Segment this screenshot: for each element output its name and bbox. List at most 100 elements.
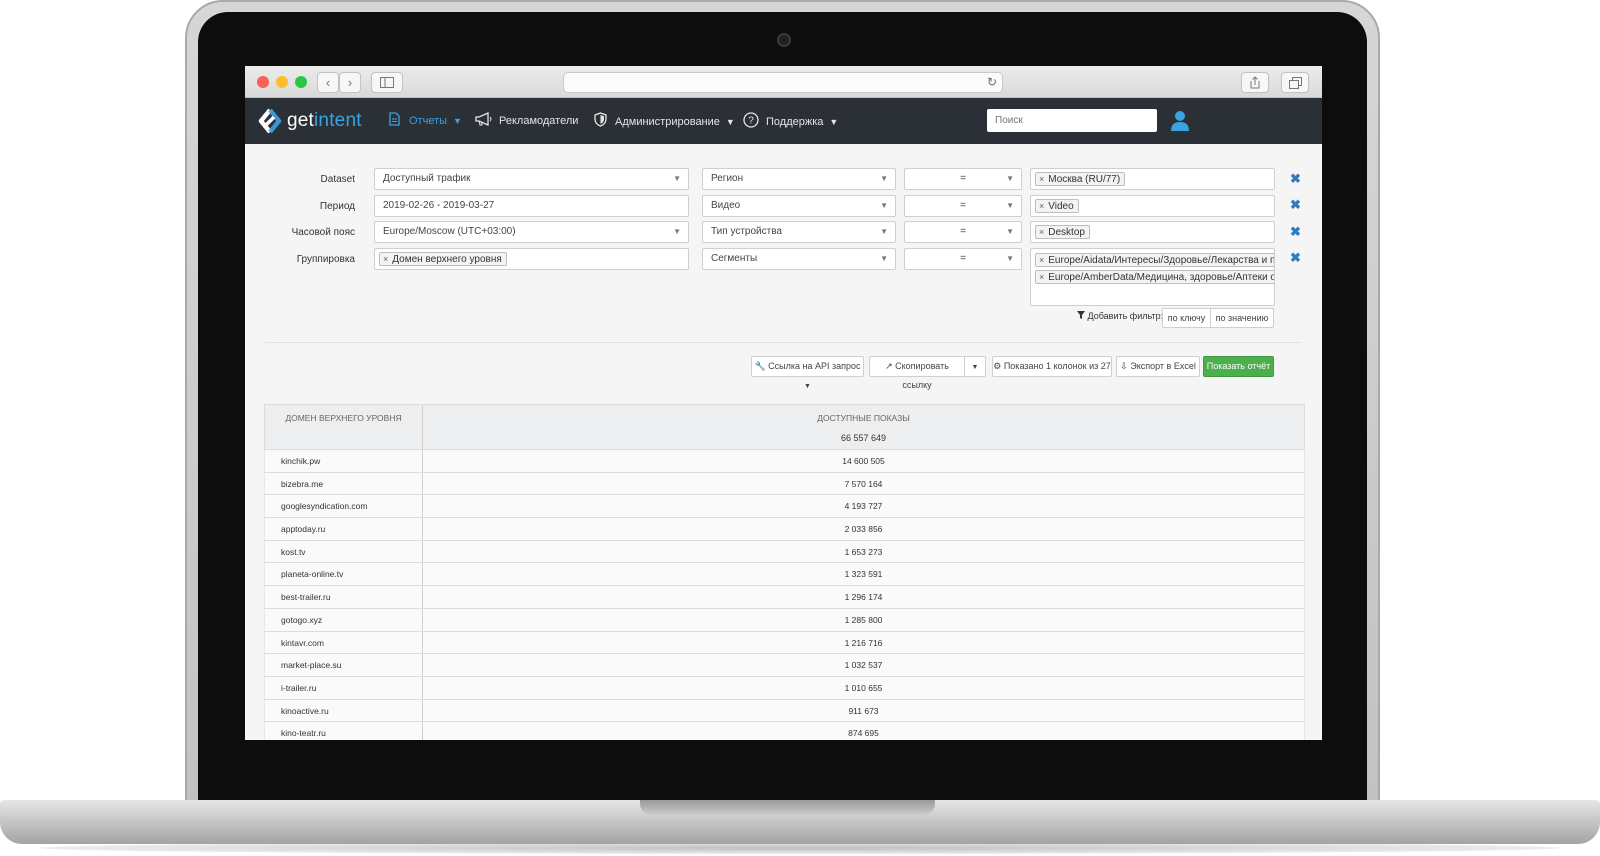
nav-reports-label: Отчеты [409,115,448,127]
filter-operator-select[interactable]: = ▼ [904,168,1022,190]
nav-reports[interactable]: Отчеты ▼ [385,112,462,130]
copy-link-dropdown-button[interactable]: ▼ [964,356,986,377]
columns-shown-button[interactable]: ⚙ Показано 1 колонок из 27 [992,356,1112,377]
cell-impressions: 2 033 856 [844,524,883,535]
search-input[interactable] [987,109,1157,132]
caret-down-icon: ▼ [1006,201,1014,210]
cell-impressions: 14 600 505 [842,456,885,466]
cell-impressions: 874 695 [848,728,879,739]
remove-filter-icon[interactable]: ✖ [1290,197,1301,213]
sidebar-icon[interactable] [371,72,403,93]
nav-admin[interactable]: Администрирование ▼ [591,112,735,131]
screen: ‹ › ↻ getintent Отчеты ▼ Рекламодатели А… [245,66,1322,740]
minimize-window-icon[interactable] [276,76,288,88]
total-value: 66 557 649 [840,433,887,443]
nav-admin-label: Администрирование [615,115,720,128]
chevron-down-icon: ▼ [453,116,462,126]
camera-icon [777,33,791,47]
filter-value-tag[interactable]: × Europe/Aidata/Интересы/Здоровье/Лекарст… [1035,253,1274,267]
cell-impressions: 4 193 727 [844,501,883,512]
remove-tag-icon[interactable]: × [1039,227,1044,237]
filter-value-tag[interactable]: × Москва (RU/77) [1035,172,1126,186]
table-row[interactable]: kinchik.pw 14 600 505 [264,450,1305,473]
nav-support[interactable]: ? Поддержка ▼ [742,112,838,132]
table-row[interactable]: kino-teatr.ru 874 695 [264,722,1305,740]
table-row[interactable]: kintavr.com 1 216 716 [264,631,1305,655]
reload-icon[interactable]: ↻ [987,75,997,89]
forward-icon[interactable]: › [339,72,361,93]
add-filter-by-value-button[interactable]: по значению [1210,308,1274,328]
filter-values-input[interactable]: × Video [1030,195,1275,217]
caret-down-icon: ▼ [1006,174,1014,183]
grouping-tag-label: Домен верхнего уровня [392,254,502,265]
filter-value-tag[interactable]: × Desktop [1035,225,1090,239]
column-header-domain[interactable]: Домен верхнего уровня [265,405,423,450]
table-row[interactable]: best-trailer.ru 1 296 174 [264,586,1305,609]
user-icon[interactable] [1170,110,1190,132]
filter-operator-select[interactable]: = ▼ [904,248,1022,270]
table-row[interactable]: bizebra.me 7 570 164 [264,472,1305,496]
remove-tag-icon[interactable]: × [1039,174,1044,184]
filter-key-select[interactable]: Видео ▼ [702,195,896,217]
nav-advertisers-label: Рекламодатели [499,115,579,127]
cell-impressions: 911 673 [848,705,879,716]
filter-operator-select[interactable]: = ▼ [904,195,1022,217]
filter-key-select[interactable]: Сегменты ▼ [702,248,896,270]
logo[interactable]: getintent [257,106,362,136]
remove-filter-icon[interactable]: ✖ [1290,250,1301,266]
nav-support-label: Поддержка [766,116,824,128]
cell-domain: gotogo.xyz [265,608,423,631]
laptop-notch [640,800,935,814]
filter-key-value: Регион [711,173,744,184]
address-bar[interactable]: ↻ [563,72,1003,93]
columns-shown-label: Показано 1 колонок из 27 [1003,361,1111,371]
export-excel-button[interactable]: ⇩ Экспорт в Excel [1116,356,1200,377]
logo-text-intent: intent [314,110,362,131]
maximize-window-icon[interactable] [295,76,307,88]
table-row[interactable]: planeta-online.tv 1 323 591 [264,563,1305,587]
remove-filter-icon[interactable]: ✖ [1290,224,1301,240]
caret-down-icon: ▼ [673,227,681,236]
filter-values-input[interactable]: × Europe/Aidata/Интересы/Здоровье/Лекарст… [1030,248,1275,306]
remove-tag-icon[interactable]: × [1039,272,1044,282]
copy-link-label: Скопировать ссылку [895,361,949,390]
show-report-button[interactable]: Показать отчёт [1203,356,1274,377]
nav-advertisers[interactable]: Рекламодатели [475,111,579,130]
logo-mark-icon [258,108,282,134]
filter-operator-select[interactable]: = ▼ [904,221,1022,243]
remove-tag-icon[interactable]: × [1039,201,1044,211]
filter-values-input[interactable]: × Москва (RU/77) [1030,168,1275,190]
copy-link-button[interactable]: ↗ Скопировать ссылку [869,356,965,390]
remove-tag-icon[interactable]: × [1039,255,1044,265]
grouping-tag[interactable]: × Домен верхнего уровня [379,252,507,266]
caret-down-icon: ▼ [880,227,888,236]
filter-key-select[interactable]: Тип устройства ▼ [702,221,896,243]
back-icon[interactable]: ‹ [317,72,339,93]
table-body: kinchik.pw 14 600 505 bizebra.me 7 570 164 g… [264,450,1305,740]
table-row[interactable]: apptoday.ru 2 033 856 [264,518,1305,541]
tabs-icon[interactable] [1281,72,1309,93]
filter-key-select[interactable]: Регион ▼ [702,168,896,190]
add-filter-by-key-button[interactable]: по ключу [1162,308,1211,328]
period-input[interactable]: 2019-02-26 - 2019-03-27 [374,195,689,217]
remove-tag-icon[interactable]: × [383,254,388,264]
filter-values-input[interactable]: × Desktop [1030,221,1275,243]
filter-value-tag[interactable]: × Video [1035,199,1079,213]
table-row[interactable]: i-trailer.ru 1 010 655 [264,676,1305,700]
caret-down-icon: ▼ [1006,254,1014,263]
api-link-button[interactable]: 🔧 Ссылка на API запрос ▼ [751,356,864,390]
column-header-impressions[interactable]: Доступные показы [423,405,1304,427]
close-window-icon[interactable] [257,76,269,88]
filter-value-tag[interactable]: × Europe/AmberData/Медицина, здоровье/Апт… [1035,270,1274,284]
remove-filter-icon[interactable]: ✖ [1290,171,1301,187]
share-icon[interactable] [1241,72,1269,93]
grouping-select[interactable]: × Домен верхнего уровня [374,248,689,270]
table-row[interactable]: googlesyndication.com 4 193 727 [264,495,1305,519]
timezone-select[interactable]: Europe/Moscow (UTC+03:00) ▼ [374,221,689,243]
table-row[interactable]: gotogo.xyz 1 285 800 [264,608,1305,632]
label-timezone: Часовой пояс [291,227,355,238]
table-row[interactable]: market-place.su 1 032 537 [264,654,1305,677]
table-row[interactable]: kost.tv 1 653 273 [264,540,1305,564]
dataset-select[interactable]: Доступный трафик ▼ [374,168,689,190]
table-row[interactable]: kinoactive.ru 911 673 [264,699,1305,723]
